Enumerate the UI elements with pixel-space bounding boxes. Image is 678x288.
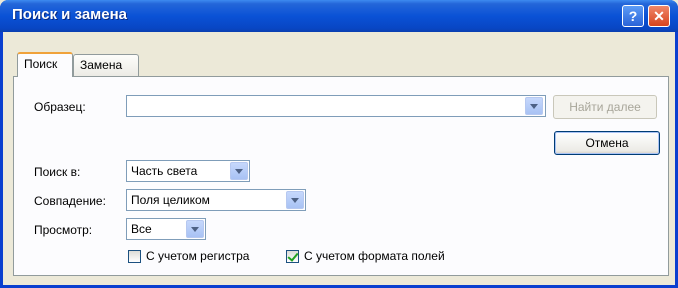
match-value: Поля целиком [131,193,210,207]
pattern-label: Образец: [34,100,86,114]
window-title: Поиск и замена [12,6,128,23]
match-select[interactable]: Поля целиком [126,189,306,211]
pattern-dropdown-button[interactable] [525,97,543,115]
match-format-label[interactable]: С учетом формата полей [304,249,445,263]
match-format-checkbox[interactable] [286,250,299,263]
search-in-select[interactable]: Часть света [126,160,250,182]
close-button[interactable]: ✕ [648,5,670,27]
match-case-checkbox[interactable] [128,250,141,263]
pattern-input[interactable] [126,95,546,117]
direction-select[interactable]: Все [126,218,206,240]
help-button[interactable]: ? [622,5,644,27]
find-next-button[interactable]: Найти далее [553,95,657,119]
cancel-button[interactable]: Отмена [554,131,660,155]
chevron-down-icon[interactable] [286,191,304,209]
tab-search[interactable]: Поиск [17,52,73,77]
chevron-down-icon[interactable] [186,220,204,238]
tab-replace[interactable]: Замена [73,54,139,76]
match-case-label[interactable]: С учетом регистра [146,249,249,263]
match-label: Совпадение: [34,194,106,208]
title-bar[interactable]: Поиск и замена ? ✕ [0,0,678,32]
find-replace-dialog: Поиск и замена ? ✕ Замена Поиск Образец:… [0,0,678,288]
search-in-label: Поиск в: [34,165,81,179]
chevron-down-icon[interactable] [230,162,248,180]
direction-label: Просмотр: [34,223,93,237]
search-in-value: Часть света [131,164,198,178]
direction-value: Все [131,222,152,236]
search-tab-panel: Образец: Найти далее Отмена Поиск в: Час… [13,76,669,276]
